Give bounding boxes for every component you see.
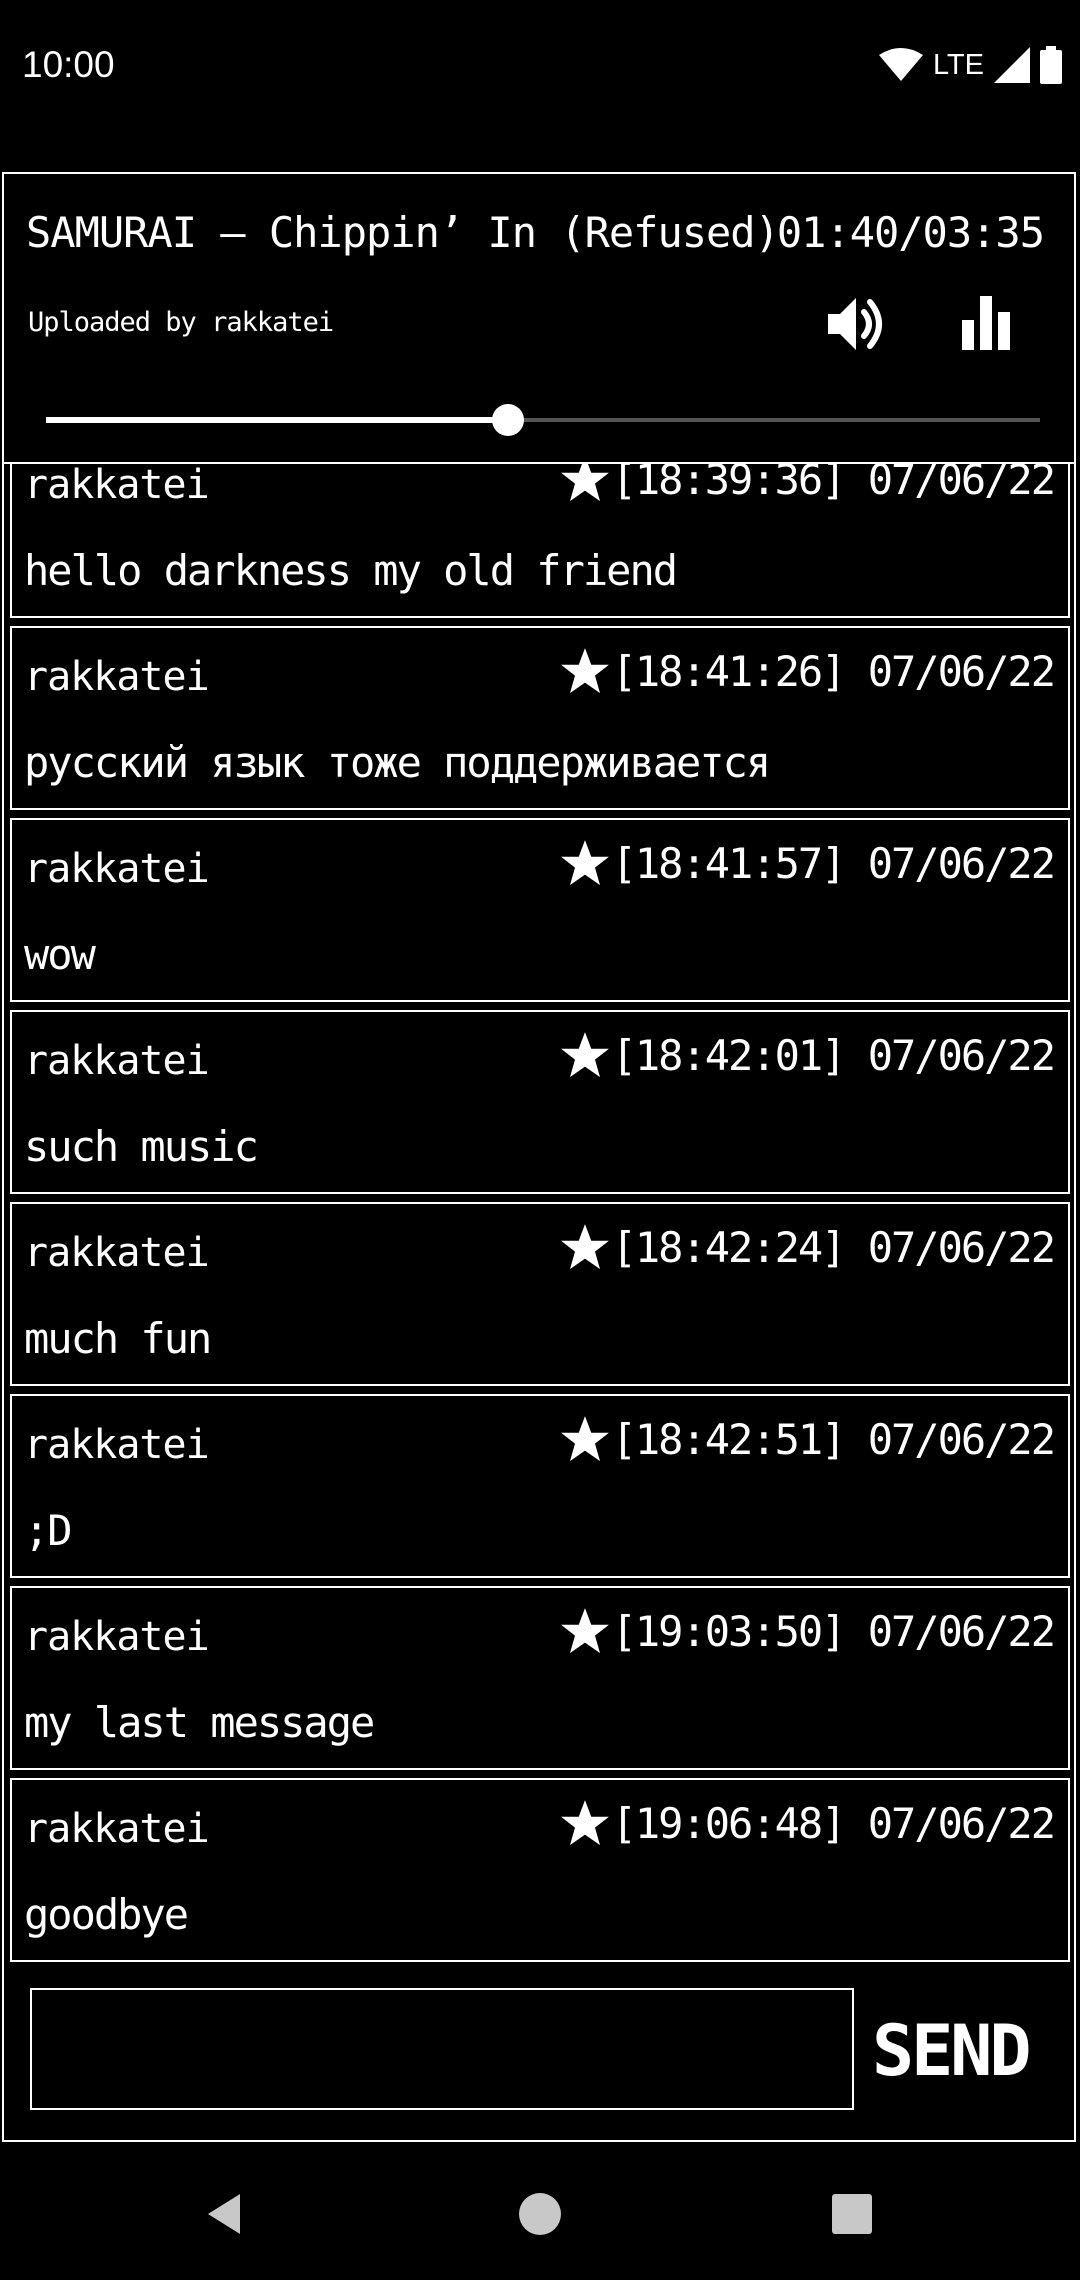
star-icon[interactable]	[560, 1606, 610, 1656]
star-icon[interactable]	[560, 1414, 610, 1464]
battery-icon	[1040, 46, 1062, 84]
network-label: LTE	[932, 48, 984, 81]
message-meta: [19:03:50] 07/06/22	[560, 1606, 1056, 1656]
app-frame: SAMURAI – Chippin’ In (Refused) 01:40/03…	[2, 172, 1076, 2142]
message-item: rakkatei [18:42:51] 07/06/22 ;D	[10, 1394, 1070, 1578]
message-input[interactable]	[30, 1988, 854, 2110]
message-item: rakkatei [19:06:48] 07/06/22 goodbye	[10, 1778, 1070, 1962]
message-text: ;D	[24, 1506, 73, 1555]
message-text: русский язык тоже поддерживается	[24, 738, 771, 787]
message-meta: [18:42:01] 07/06/22	[560, 1030, 1056, 1080]
message-text: such music	[24, 1122, 259, 1171]
star-icon[interactable]	[560, 838, 610, 888]
message-meta: [18:41:57] 07/06/22	[560, 838, 1056, 888]
message-text: goodbye	[24, 1890, 189, 1939]
message-time: [18:39:36] 07/06/22	[611, 464, 1056, 504]
recents-icon[interactable]	[826, 2188, 878, 2240]
message-text: much fun	[24, 1314, 212, 1363]
message-text: hello darkness my old friend	[24, 546, 678, 595]
star-icon[interactable]	[560, 1030, 610, 1080]
status-bar: 10:00 LTE	[0, 0, 1080, 170]
message-time: [18:42:51] 07/06/22	[611, 1414, 1056, 1464]
send-button[interactable]: SEND	[872, 2006, 1062, 2096]
message-item: rakkatei [18:42:24] 07/06/22 much fun	[10, 1202, 1070, 1386]
status-icons: LTE	[878, 46, 1062, 84]
seek-thumb[interactable]	[492, 404, 525, 436]
message-text: my last message	[24, 1698, 375, 1747]
message-meta: [18:42:24] 07/06/22	[560, 1222, 1056, 1272]
message-meta: [19:06:48] 07/06/22	[560, 1798, 1056, 1848]
uploader-label: Uploaded by rakkatei	[28, 307, 334, 338]
message-user: rakkatei	[24, 1806, 210, 1852]
seek-fill	[46, 417, 509, 423]
message-user: rakkatei	[24, 846, 210, 892]
equalizer-icon	[962, 296, 1010, 350]
home-icon[interactable]	[514, 2188, 566, 2240]
message-item: rakkatei [18:41:26] 07/06/22 русский язы…	[10, 626, 1070, 810]
message-time: [19:03:50] 07/06/22	[611, 1606, 1056, 1656]
message-user: rakkatei	[24, 1422, 210, 1468]
player-header: SAMURAI – Chippin’ In (Refused) 01:40/03…	[4, 174, 1074, 464]
volume-button[interactable]	[824, 292, 888, 356]
message-text: wow	[24, 930, 96, 979]
back-icon[interactable]	[198, 2188, 250, 2240]
volume-icon	[828, 298, 882, 350]
track-time: 01:40/03:35	[776, 208, 1045, 257]
track-title: SAMURAI – Chippin’ In (Refused)	[26, 208, 780, 257]
signal-icon	[994, 47, 1030, 83]
star-icon[interactable]	[560, 1222, 610, 1272]
messages-list[interactable]: rakkatei [18:39:36] 07/06/22 hello darkn…	[4, 464, 1074, 2154]
message-item: rakkatei [18:41:57] 07/06/22 wow	[10, 818, 1070, 1002]
status-time: 10:00	[22, 44, 115, 85]
message-user: rakkatei	[24, 654, 210, 700]
message-meta: [18:41:26] 07/06/22	[560, 646, 1056, 696]
message-meta: [18:39:36] 07/06/22	[560, 464, 1056, 504]
wifi-icon	[878, 48, 923, 81]
message-time: [18:42:24] 07/06/22	[611, 1222, 1056, 1272]
star-icon[interactable]	[560, 1798, 610, 1848]
message-time: [19:06:48] 07/06/22	[611, 1798, 1056, 1848]
seek-slider[interactable]	[46, 404, 1040, 436]
equalizer-button[interactable]	[954, 292, 1018, 356]
message-item: rakkatei [18:39:36] 07/06/22 hello darkn…	[10, 464, 1070, 618]
navigation-bar	[0, 2146, 1080, 2280]
star-icon[interactable]	[560, 464, 610, 504]
star-icon[interactable]	[560, 646, 610, 696]
message-user: rakkatei	[24, 1614, 210, 1660]
message-user: rakkatei	[24, 1038, 210, 1084]
message-meta: [18:42:51] 07/06/22	[560, 1414, 1056, 1464]
message-time: [18:41:26] 07/06/22	[611, 646, 1056, 696]
message-item: rakkatei [18:42:01] 07/06/22 such music	[10, 1010, 1070, 1194]
message-time: [18:41:57] 07/06/22	[611, 838, 1056, 888]
message-user: rakkatei	[24, 1230, 210, 1276]
message-composer: SEND	[4, 1964, 1074, 2140]
message-user: rakkatei	[24, 464, 210, 508]
message-item: rakkatei [19:03:50] 07/06/22 my last mes…	[10, 1586, 1070, 1770]
message-time: [18:42:01] 07/06/22	[611, 1030, 1056, 1080]
